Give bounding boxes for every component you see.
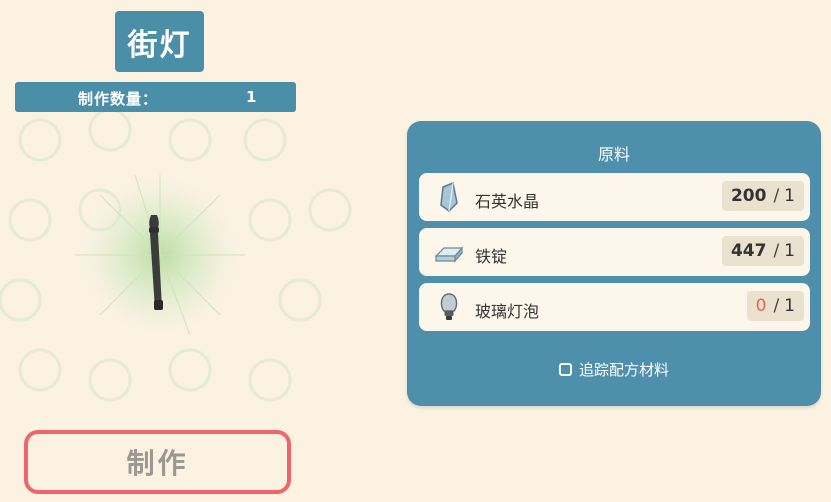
iron-ingot-icon (434, 246, 464, 263)
material-name: 玻璃灯泡 (475, 302, 540, 321)
material-separator: / (773, 186, 780, 206)
material-count: 200 / 1 (721, 181, 804, 211)
material-have: 0 (755, 296, 767, 316)
material-need: 1 (784, 241, 795, 261)
material-have: 200 (730, 186, 767, 206)
material-row-quartz[interactable]: 石英水晶 200 / 1 (419, 173, 810, 221)
material-name: 铁锭 (475, 247, 508, 266)
material-have: 447 (730, 241, 767, 261)
material-count: 447 / 1 (721, 236, 804, 266)
material-separator: / (773, 241, 780, 261)
track-recipe-checkbox[interactable] (558, 363, 572, 376)
street-lamp-preview-icon (75, 170, 245, 340)
craft-button[interactable]: 制作 (24, 430, 291, 494)
material-row-iron-ingot[interactable]: 铁锭 447 / 1 (419, 228, 810, 276)
glass-bulb-icon (440, 293, 458, 320)
materials-panel-title: 原料 (597, 145, 630, 164)
craft-quantity-label: 制作数量： (78, 90, 159, 108)
quartz-crystal-icon (440, 181, 458, 212)
material-need: 1 (784, 186, 795, 206)
track-recipe-toggle[interactable]: 追踪配方材料 (407, 359, 821, 380)
craft-quantity-bar[interactable]: 制作数量： 1 (15, 82, 296, 112)
materials-panel: 原料 石英水晶 200 / 1 铁锭 447 / 1 玻璃灯泡 0 / 1 追踪… (407, 121, 821, 406)
material-row-glass-bulb[interactable]: 玻璃灯泡 0 / 1 (419, 283, 810, 331)
item-title: 街灯 (115, 11, 204, 72)
track-recipe-label: 追踪配方材料 (578, 361, 669, 379)
material-name: 石英水晶 (475, 192, 540, 211)
craft-quantity-value[interactable]: 1 (246, 88, 256, 106)
material-count: 0 / 1 (746, 291, 804, 321)
material-need: 1 (784, 296, 795, 316)
material-separator: / (773, 296, 780, 316)
